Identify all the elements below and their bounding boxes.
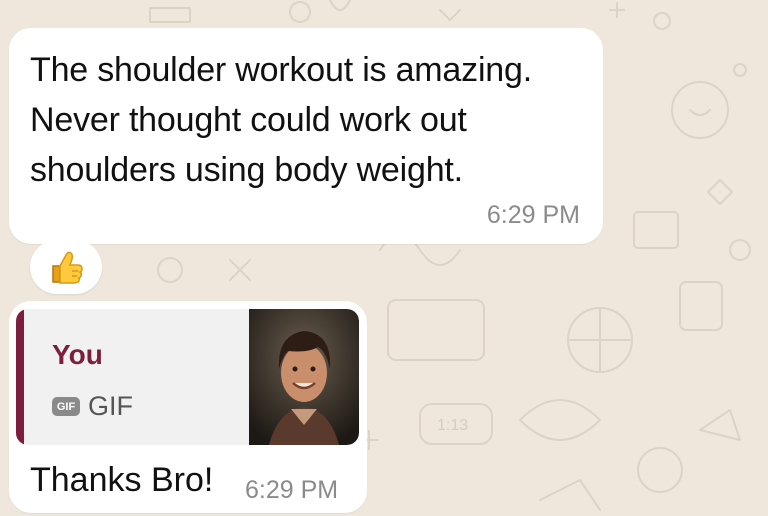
quote-author: You [52, 339, 103, 370]
gif-thumbnail[interactable] [249, 309, 359, 445]
quote-media-type: GIF [88, 391, 133, 421]
svg-text:1:13: 1:13 [437, 417, 468, 434]
quote-accent-bar [16, 309, 24, 445]
quote-media-label: GIF GIF [52, 391, 133, 422]
message-bubble-outgoing[interactable]: You GIF GIF Thanks Bro! 6:29 PM [9, 301, 367, 513]
reaction-badge[interactable]: 👍 [30, 240, 102, 294]
message-timestamp: 6:29 PM [486, 201, 580, 229]
message-bubble-incoming[interactable]: The shoulder workout is amazing. Never t… [9, 28, 603, 244]
gif-icon: GIF [52, 397, 80, 416]
thumbs-up-icon [47, 248, 85, 286]
message-timestamp: 6:29 PM [245, 476, 339, 504]
message-text: The shoulder workout is amazing. Never t… [30, 51, 532, 189]
reply-quote[interactable]: You GIF GIF [16, 309, 359, 445]
message-text: Thanks Bro! [30, 461, 214, 499]
